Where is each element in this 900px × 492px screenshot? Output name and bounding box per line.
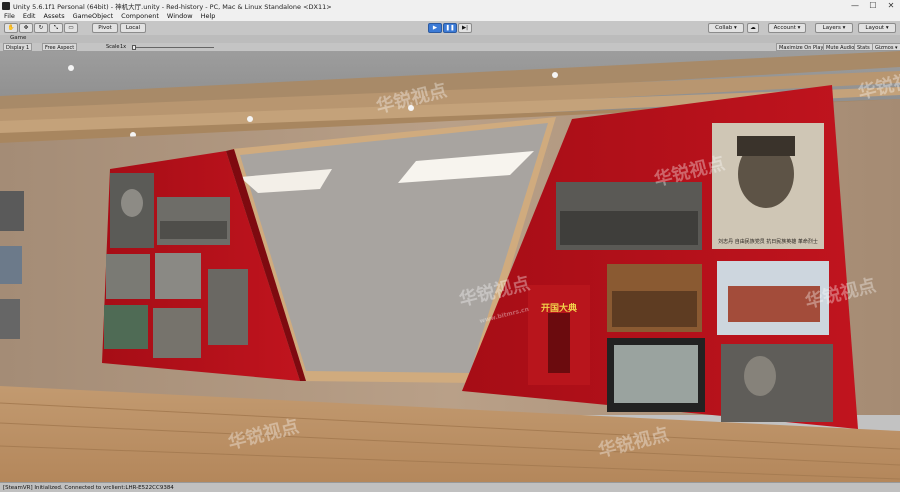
stats-toggle[interactable]: Stats (854, 43, 873, 51)
scale-tool-button[interactable]: ⤡ (49, 23, 63, 33)
menu-file[interactable]: File (0, 12, 19, 20)
layers-dropdown[interactable]: Layers ▾ (815, 23, 853, 33)
rotate-icon: ↻ (38, 25, 44, 31)
display-dropdown[interactable]: Display 1 (3, 43, 33, 51)
cloud-button[interactable]: ☁ (747, 23, 759, 33)
rect-icon: ▭ (68, 25, 74, 31)
scale-icon: ⤡ (53, 24, 59, 31)
menu-gameobject[interactable]: GameObject (69, 12, 118, 20)
photo-landscape (104, 305, 148, 349)
photo-two-men (208, 269, 248, 345)
mute-audio-toggle[interactable]: Mute Audio (823, 43, 858, 51)
hand-tool-button[interactable]: ✋ (4, 23, 18, 33)
play-icon: ▶ (432, 25, 438, 31)
game-viewport[interactable]: 刘志丹 自由民族党员 抗日民族英雄 革命烈士 开国大典 华锐视点 华锐视点 华锐… (0, 51, 900, 482)
scale-label: Scale (106, 44, 120, 50)
status-message[interactable]: [SteamVR] Initialized. Connected to vrcl… (0, 485, 174, 491)
window-title: Unity 5.6.1f1 Personal (64bit) - 神机大厅.un… (13, 2, 332, 11)
maximize-on-play-toggle[interactable]: Maximize On Play (776, 43, 827, 51)
tab-game[interactable]: Game (10, 35, 26, 41)
unity-logo-icon (2, 1, 10, 10)
menu-window[interactable]: Window (163, 12, 197, 20)
aspect-dropdown[interactable]: Free Aspect (42, 43, 78, 51)
gizmos-dropdown[interactable]: Gizmos ▾ (872, 43, 900, 51)
layout-dropdown[interactable]: Layout ▾ (858, 23, 896, 33)
main-toolbar: ✋ ✥ ↻ ⤡ ▭ Pivot Local ▶ ❚❚ ▶| Collab ▾ ☁… (0, 21, 900, 36)
pivot-toggle[interactable]: Pivot (92, 23, 118, 33)
scale-value: 1x (120, 44, 127, 50)
photo-street (106, 254, 150, 299)
step-button[interactable]: ▶| (458, 23, 472, 33)
photo-seated-man (721, 344, 833, 422)
collab-dropdown[interactable]: Collab ▾ (708, 23, 744, 33)
scale-slider[interactable] (132, 44, 214, 50)
close-button[interactable]: ✕ (882, 0, 900, 11)
account-dropdown[interactable]: Account ▾ (768, 23, 806, 33)
portrait-caption: 刘志丹 自由民族党员 抗日民族英雄 革命烈士 (718, 238, 818, 245)
move-icon: ✥ (23, 25, 29, 31)
rect-tool-button[interactable]: ▭ (64, 23, 78, 33)
hand-icon: ✋ (7, 25, 15, 31)
menu-component[interactable]: Component (117, 12, 163, 20)
menu-assets[interactable]: Assets (39, 12, 68, 20)
local-toggle[interactable]: Local (120, 23, 146, 33)
pause-icon: ❚❚ (445, 25, 455, 31)
menu-help[interactable]: Help (197, 12, 220, 20)
cloud-icon: ☁ (750, 25, 756, 31)
poster-caption: 开国大典 (541, 302, 577, 314)
minimize-button[interactable]: — (846, 0, 864, 11)
pause-button[interactable]: ❚❚ (443, 23, 457, 33)
photo-building (155, 253, 201, 299)
step-icon: ▶| (461, 25, 469, 31)
menu-bar: File Edit Assets GameObject Component Wi… (0, 11, 900, 21)
photo-gathering (153, 308, 201, 358)
rotate-tool-button[interactable]: ↻ (34, 23, 48, 33)
play-button[interactable]: ▶ (428, 23, 442, 33)
scale-slider-handle[interactable] (132, 44, 136, 50)
move-tool-button[interactable]: ✥ (19, 23, 33, 33)
menu-edit[interactable]: Edit (19, 12, 40, 20)
maximize-button[interactable]: ☐ (864, 0, 882, 11)
title-bar: Unity 5.6.1f1 Personal (64bit) - 神机大厅.un… (0, 0, 900, 11)
